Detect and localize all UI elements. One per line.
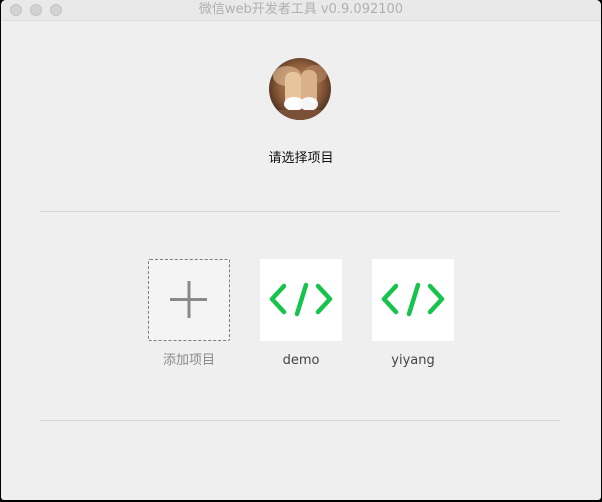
user-avatar bbox=[269, 58, 331, 120]
add-project-label[interactable]: 添加项目 bbox=[134, 352, 244, 370]
title-bar[interactable]: 微信web开发者工具 v0.9.092100 bbox=[1, 0, 601, 21]
select-project-prompt: 请选择项目 bbox=[268, 151, 334, 166]
project-label-yiyang[interactable]: yiyang bbox=[358, 352, 468, 370]
top-divider bbox=[40, 211, 560, 212]
project-tile-demo[interactable] bbox=[260, 259, 342, 341]
add-project-button[interactable] bbox=[148, 259, 230, 341]
window-title: 微信web开发者工具 v0.9.092100 bbox=[198, 2, 404, 17]
project-label-demo[interactable]: demo bbox=[246, 352, 356, 370]
plus-icon bbox=[170, 281, 207, 318]
code-icon bbox=[269, 282, 333, 317]
avatar-photo bbox=[269, 58, 331, 120]
app-window: 微信web开发者工具 v0.9.092100 请选择项目 添加项目 demo y… bbox=[1, 0, 601, 500]
code-icon bbox=[381, 282, 445, 317]
project-tile-yiyang[interactable] bbox=[372, 259, 454, 341]
bottom-divider bbox=[40, 420, 560, 421]
